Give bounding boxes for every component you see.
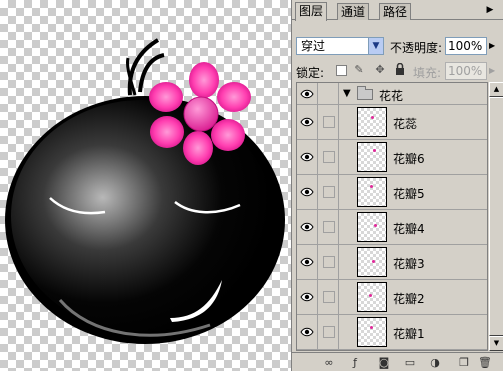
lock-move-icon[interactable]: ✥ [373, 63, 387, 77]
eye-icon[interactable] [297, 210, 318, 244]
panel-tab-bar: 图层 通道 路径 ▶ [292, 0, 503, 21]
link-box[interactable] [323, 326, 335, 338]
layer-name: 花瓣4 [393, 222, 425, 236]
thumbnail-dot [369, 294, 372, 297]
link-cell[interactable] [319, 315, 339, 349]
layer-row[interactable]: 花瓣3 [297, 245, 487, 280]
layer-thumbnail [357, 107, 387, 137]
link-box[interactable] [323, 291, 335, 303]
thumbnail-dot [370, 326, 373, 329]
eye-icon[interactable] [297, 83, 318, 104]
layer-name: 花蕊 [393, 117, 418, 131]
fill-input[interactable]: 100% [445, 62, 487, 80]
thumbnail-dot [374, 224, 377, 227]
thumbnail-dot [370, 185, 373, 188]
lock-paint-icon[interactable]: ✎ [352, 63, 366, 77]
fill-label: 填充: [413, 66, 442, 80]
layer-name: 花瓣6 [393, 152, 425, 166]
link-layers-icon[interactable]: ∞ [322, 356, 336, 369]
chevron-down-icon[interactable]: ▼ [368, 38, 383, 54]
tab-channels[interactable]: 通道 [337, 3, 370, 20]
tab-paths[interactable]: 路径 [379, 3, 412, 20]
link-box[interactable] [323, 116, 335, 128]
scroll-up-icon[interactable]: ▲ [489, 82, 503, 97]
eye-icon[interactable] [297, 105, 318, 139]
lock-label: 锁定: [296, 66, 325, 80]
layers-panel: 图层 通道 路径 ▶ 穿过 ▼ 不透明度: 100% ▶ 锁定: ✎ ✥ 填充:… [291, 0, 503, 371]
fill-slider-arrow-icon[interactable]: ▶ [489, 66, 495, 75]
link-cell[interactable] [319, 210, 339, 244]
layer-thumbnail [357, 212, 387, 242]
thumbnail-dot [372, 260, 375, 263]
link-box[interactable] [323, 256, 335, 268]
link-box[interactable] [323, 221, 335, 233]
eye-icon[interactable] [297, 245, 318, 279]
link-cell[interactable] [319, 175, 339, 209]
scroll-down-icon[interactable]: ▼ [489, 336, 503, 351]
new-group-icon[interactable]: ▭ [403, 356, 417, 369]
layer-thumbnail [357, 142, 387, 172]
opacity-input[interactable]: 100% [445, 37, 487, 55]
smiley-artwork [5, 38, 285, 344]
eye-icon[interactable] [297, 175, 318, 209]
layer-thumbnail [357, 177, 387, 207]
layer-name: 花瓣2 [393, 292, 425, 306]
document-canvas[interactable] [0, 0, 291, 371]
link-cell[interactable] [319, 280, 339, 314]
lock-all-icon[interactable] [393, 62, 407, 77]
layer-row[interactable]: 花蕊 [297, 105, 487, 140]
expand-arrow-icon[interactable]: ▼ [343, 88, 351, 99]
new-layer-icon[interactable]: ❐ [457, 356, 471, 369]
tab-layers[interactable]: 图层 [295, 2, 328, 21]
layer-list: ▼ 花花 花蕊 花瓣6 花瓣5 花瓣4 花瓣3 花瓣2 花瓣1 [296, 82, 488, 351]
panel-menu-arrow-icon[interactable]: ▶ [482, 4, 498, 16]
layer-thumbnail [357, 247, 387, 277]
eye-icon[interactable] [297, 140, 318, 174]
folder-icon [357, 86, 373, 100]
eye-icon[interactable] [297, 315, 318, 349]
blend-mode-value: 穿过 [301, 39, 326, 53]
layer-thumbnail [357, 282, 387, 312]
adjustment-layer-icon[interactable]: ◑ [428, 356, 442, 369]
thumbnail-dot [373, 149, 376, 152]
layer-list-scrollbar[interactable]: ▲ ▼ [489, 82, 503, 351]
lock-transparent-icon[interactable] [336, 65, 347, 76]
add-layer-style-icon[interactable]: ƒ [348, 356, 362, 369]
scroll-thumb[interactable] [489, 97, 503, 336]
thumbnail-dot [371, 116, 374, 119]
layer-row[interactable]: 花瓣1 [297, 315, 487, 350]
link-cell[interactable] [319, 245, 339, 279]
link-cell[interactable] [319, 140, 339, 174]
layer-name: 花瓣5 [393, 187, 425, 201]
group-name: 花花 [379, 89, 404, 103]
layer-row[interactable]: 花瓣2 [297, 280, 487, 315]
blend-mode-select[interactable]: 穿过 ▼ [296, 37, 384, 55]
add-mask-icon[interactable]: ◙ [377, 356, 391, 369]
layer-name: 花瓣3 [393, 257, 425, 271]
layer-group-row[interactable]: ▼ 花花 [297, 83, 487, 105]
opacity-label: 不透明度: [390, 41, 443, 55]
layers-bottom-toolbar: ∞ ƒ ◙ ▭ ◑ ❐ 🗑 [292, 352, 503, 371]
layer-name: 花瓣1 [393, 327, 425, 341]
delete-layer-icon[interactable]: 🗑 [478, 356, 492, 369]
link-box[interactable] [323, 186, 335, 198]
layer-thumbnail [357, 317, 387, 347]
layer-row[interactable]: 花瓣4 [297, 210, 487, 245]
link-box[interactable] [323, 151, 335, 163]
layer-row[interactable]: 花瓣5 [297, 175, 487, 210]
eye-icon[interactable] [297, 280, 318, 314]
layer-row[interactable]: 花瓣6 [297, 140, 487, 175]
link-cell[interactable] [319, 105, 339, 139]
link-cell[interactable] [319, 83, 339, 104]
opacity-slider-arrow-icon[interactable]: ▶ [489, 41, 495, 50]
